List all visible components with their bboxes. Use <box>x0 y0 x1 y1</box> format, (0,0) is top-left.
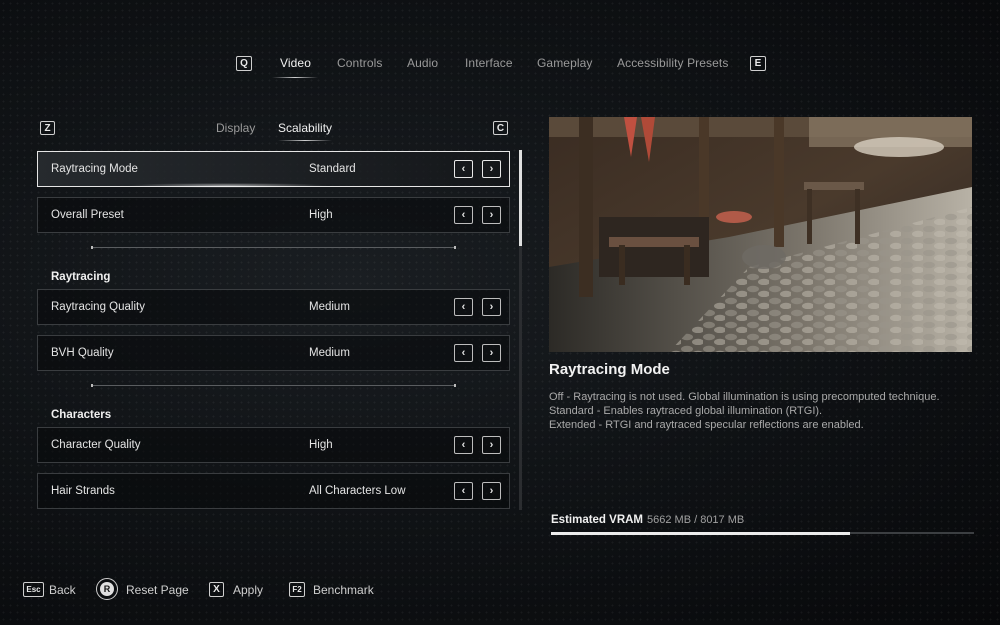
prev-tab-key[interactable]: Q <box>236 56 252 71</box>
setting-label: Character Quality <box>51 439 141 451</box>
tab-audio[interactable]: Audio <box>407 56 438 70</box>
setting-info-title: Raytracing Mode <box>549 361 670 378</box>
benchmark-key[interactable]: F2 <box>289 582 305 597</box>
section-divider <box>91 246 456 249</box>
tab-video-underline <box>272 77 318 78</box>
vram-value: 5662 MB / 8017 MB <box>647 514 745 526</box>
setting-value: Medium <box>309 347 350 359</box>
setting-label: BVH Quality <box>51 347 114 359</box>
increase-arrow-icon[interactable]: › <box>482 482 501 500</box>
setting-info-line: Extended - RTGI and raytraced specular r… <box>549 419 864 431</box>
setting-row-raytracing-mode[interactable]: Raytracing Mode Standard ‹ › <box>37 151 510 188</box>
decrease-arrow-icon[interactable]: ‹ <box>454 206 473 224</box>
decrease-arrow-icon[interactable]: ‹ <box>454 436 473 454</box>
setting-row-bvh-quality[interactable]: BVH Quality Medium ‹ › <box>37 335 510 371</box>
section-title-raytracing: Raytracing <box>51 271 111 283</box>
market-scene-image <box>549 117 972 352</box>
vram-label: Estimated VRAM <box>551 514 644 526</box>
tab-video[interactable]: Video <box>280 56 311 70</box>
decrease-arrow-icon[interactable]: ‹ <box>454 482 473 500</box>
decrease-arrow-icon[interactable]: ‹ <box>454 344 473 362</box>
vram-usage-fill <box>551 532 850 535</box>
reset-page-label[interactable]: Reset Page <box>126 583 189 597</box>
increase-arrow-icon[interactable]: › <box>482 206 501 224</box>
settings-scrollbar[interactable] <box>519 150 522 510</box>
decrease-arrow-icon[interactable]: ‹ <box>454 160 473 178</box>
next-subtab-key[interactable]: C <box>493 121 508 135</box>
vram-usage-bar <box>551 532 974 535</box>
tab-accessibility-presets[interactable]: Accessibility Presets <box>617 56 728 70</box>
setting-label: Raytracing Quality <box>51 301 145 313</box>
back-label[interactable]: Back <box>49 583 76 597</box>
setting-preview-image <box>549 117 972 352</box>
benchmark-label[interactable]: Benchmark <box>313 583 374 597</box>
tab-gameplay[interactable]: Gameplay <box>537 56 593 70</box>
decrease-arrow-icon[interactable]: ‹ <box>454 298 473 316</box>
setting-value: Standard <box>309 163 356 175</box>
prev-subtab-key[interactable]: Z <box>40 121 55 135</box>
section-divider <box>91 384 456 387</box>
subtab-scalability-underline <box>278 140 332 141</box>
next-tab-key[interactable]: E <box>750 56 766 71</box>
setting-value: High <box>309 209 333 221</box>
scrollbar-thumb[interactable] <box>519 150 522 246</box>
reset-page-key-glyph: R <box>100 582 114 596</box>
setting-info-line: Standard - Enables raytraced global illu… <box>549 405 823 417</box>
section-title-characters: Characters <box>51 409 112 421</box>
settings-screen: Q Video Controls Audio Interface Gamepla… <box>0 0 1000 625</box>
reset-page-key[interactable]: R <box>96 578 118 600</box>
setting-value: All Characters Low <box>309 485 406 497</box>
setting-value: High <box>309 439 333 451</box>
increase-arrow-icon[interactable]: › <box>482 436 501 454</box>
setting-label: Overall Preset <box>51 209 124 221</box>
setting-label: Raytracing Mode <box>51 163 138 175</box>
setting-row-overall-preset[interactable]: Overall Preset High ‹ › <box>37 197 510 233</box>
back-key[interactable]: Esc <box>23 582 44 597</box>
setting-value: Medium <box>309 301 350 313</box>
setting-label: Hair Strands <box>51 485 115 497</box>
setting-row-raytracing-quality[interactable]: Raytracing Quality Medium ‹ › <box>37 289 510 325</box>
apply-label[interactable]: Apply <box>233 583 263 597</box>
subtab-scalability[interactable]: Scalability <box>278 121 332 135</box>
setting-row-hair-strands[interactable]: Hair Strands All Characters Low ‹ › <box>37 473 510 509</box>
setting-row-character-quality[interactable]: Character Quality High ‹ › <box>37 427 510 463</box>
subtab-display[interactable]: Display <box>216 121 255 135</box>
selection-glow <box>128 183 328 188</box>
increase-arrow-icon[interactable]: › <box>482 160 501 178</box>
increase-arrow-icon[interactable]: › <box>482 298 501 316</box>
tab-controls[interactable]: Controls <box>337 56 382 70</box>
setting-info-line: Off - Raytracing is not used. Global ill… <box>549 391 940 403</box>
tab-interface[interactable]: Interface <box>465 56 513 70</box>
increase-arrow-icon[interactable]: › <box>482 344 501 362</box>
apply-key[interactable]: X <box>209 582 224 597</box>
